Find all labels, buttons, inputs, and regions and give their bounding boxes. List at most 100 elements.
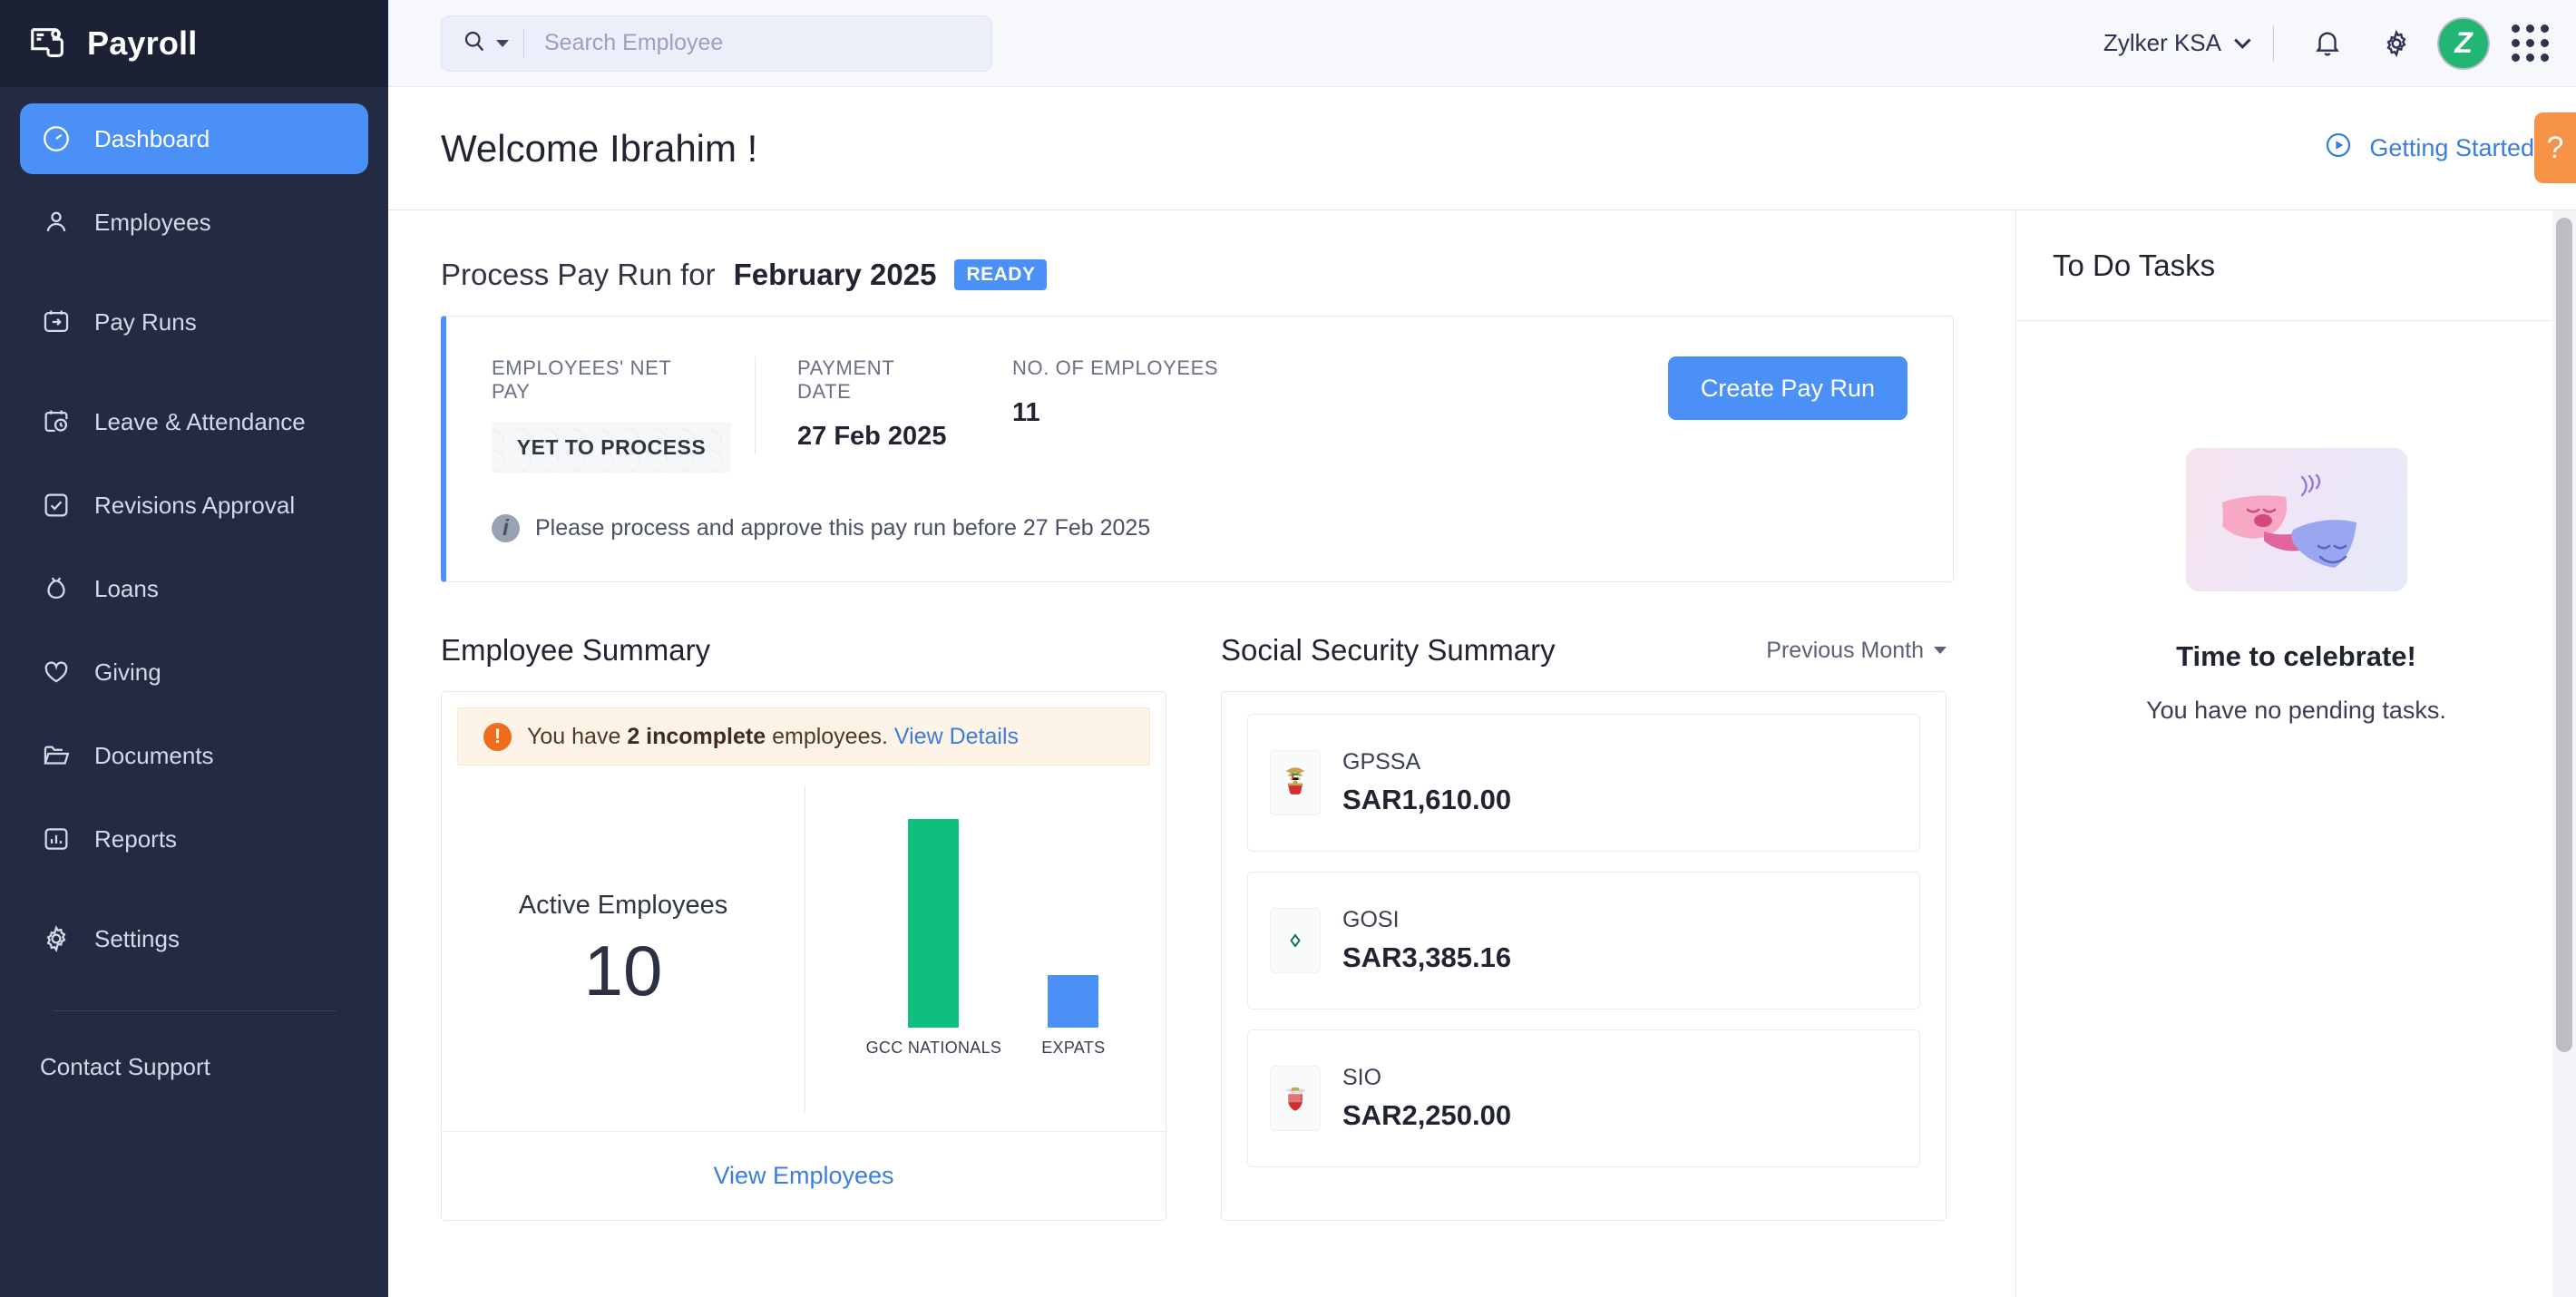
sidebar-item-reports[interactable]: Reports bbox=[20, 804, 368, 874]
social-security-name: GPSSA bbox=[1342, 749, 1421, 775]
active-employees-label: Active Employees bbox=[518, 891, 728, 920]
todo-column: To Do Tasks Time to celebrate! You have … bbox=[2015, 210, 2576, 1297]
social-security-name: SIO bbox=[1342, 1065, 1382, 1090]
sidebar-item-giving[interactable]: Giving bbox=[20, 637, 368, 707]
sidebar: Payroll Dashboard Employees Pay Runs Lea… bbox=[0, 0, 388, 1297]
bar-chart-icon bbox=[40, 823, 73, 855]
sidebar-item-settings[interactable]: Settings bbox=[20, 903, 368, 974]
gear-icon bbox=[40, 922, 73, 955]
social-security-card-text: GOSI SAR3,385.16 bbox=[1342, 907, 1511, 974]
gauge-icon bbox=[40, 122, 73, 155]
sidebar-item-leave-attendance[interactable]: Leave & Attendance bbox=[20, 386, 368, 457]
bell-icon[interactable] bbox=[2299, 15, 2356, 72]
payrun-stats-row: EMPLOYEES' NET PAY YET TO PROCESS PAYMEN… bbox=[492, 356, 1908, 473]
social-security-header: Social Security Summary Previous Month bbox=[1221, 633, 1947, 668]
search-bar[interactable] bbox=[441, 15, 992, 72]
brand-title: Payroll bbox=[87, 24, 198, 62]
org-switcher[interactable]: Zylker KSA bbox=[2103, 29, 2273, 57]
period-filter-dropdown[interactable]: Previous Month bbox=[1766, 638, 1947, 664]
employee-summary-box: ! You have 2 incomplete employees. View … bbox=[441, 691, 1166, 1221]
social-security-amount: SAR2,250.00 bbox=[1342, 1099, 1512, 1131]
social-security-title: Social Security Summary bbox=[1221, 633, 1556, 667]
chart-bar bbox=[1048, 974, 1099, 1028]
sidebar-item-label: Documents bbox=[94, 741, 214, 769]
scrollbar-thumb[interactable] bbox=[2556, 218, 2572, 1052]
content-area: Process Pay Run for February 2025 READY … bbox=[388, 210, 2576, 1297]
payrun-card: EMPLOYEES' NET PAY YET TO PROCESS PAYMEN… bbox=[441, 316, 1954, 582]
chart-bar-label: GCC NATIONALS bbox=[865, 1038, 1002, 1057]
employee-count-stat: NO. OF EMPLOYEES 11 bbox=[1012, 356, 1283, 428]
search-icon bbox=[462, 28, 487, 58]
grid-apps-icon[interactable] bbox=[2512, 24, 2549, 62]
sidebar-item-label: Employees bbox=[94, 208, 211, 236]
social-security-card-text: SIO SAR2,250.00 bbox=[1342, 1065, 1511, 1132]
app-root: Payroll Dashboard Employees Pay Runs Lea… bbox=[0, 0, 2576, 1297]
sidebar-item-label: Reports bbox=[94, 824, 178, 853]
folder-icon bbox=[40, 739, 73, 772]
social-security-name: GOSI bbox=[1342, 907, 1400, 932]
sidebar-item-dashboard[interactable]: Dashboard bbox=[20, 103, 368, 174]
contact-support-link[interactable]: Contact Support bbox=[0, 1011, 388, 1081]
sidebar-item-loans[interactable]: Loans bbox=[20, 553, 368, 624]
sidebar-item-label: Dashboard bbox=[94, 124, 210, 152]
sidebar-item-label: Giving bbox=[94, 658, 161, 686]
play-circle-icon bbox=[2324, 131, 2353, 166]
avatar[interactable]: Z bbox=[2437, 16, 2490, 70]
employee-summary-panel: Employee Summary ! You have 2 incomplete… bbox=[441, 633, 1166, 1221]
payrun-note-text: Please process and approve this pay run … bbox=[535, 515, 1151, 541]
welcome-bar: Welcome Ibrahim ! Getting Started ? bbox=[388, 87, 2576, 210]
view-employees-link[interactable]: View Employees bbox=[713, 1162, 893, 1190]
summary-panels: Employee Summary ! You have 2 incomplete… bbox=[441, 633, 2015, 1221]
status-badge: READY bbox=[954, 259, 1048, 290]
main-area: Zylker KSA Z bbox=[388, 0, 2576, 1297]
warning-count: 2 incomplete bbox=[627, 723, 766, 749]
help-button[interactable]: ? bbox=[2534, 112, 2576, 183]
social-security-card[interactable]: SIO SAR2,250.00 bbox=[1247, 1029, 1920, 1167]
social-security-card[interactable]: GOSI SAR3,385.16 bbox=[1247, 872, 1920, 1009]
todo-title: To Do Tasks bbox=[2053, 248, 2216, 282]
employee-count-value: 11 bbox=[1012, 398, 1040, 427]
getting-started-button[interactable]: Getting Started bbox=[2324, 131, 2534, 166]
net-pay-stat: EMPLOYEES' NET PAY YET TO PROCESS bbox=[492, 356, 755, 473]
view-details-link[interactable]: View Details bbox=[894, 724, 1019, 749]
payment-date-value: 27 Feb 2025 bbox=[797, 422, 947, 451]
social-security-card[interactable]: GPSSA SAR1,610.00 bbox=[1247, 714, 1920, 852]
sidebar-item-employees[interactable]: Employees bbox=[20, 187, 368, 258]
net-pay-label: EMPLOYEES' NET PAY bbox=[492, 356, 672, 403]
payrun-title-prefix: Process Pay Run for bbox=[441, 258, 716, 291]
social-security-box: GPSSA SAR1,610.00 GOSI SAR3,385.16 SIO S… bbox=[1221, 691, 1947, 1221]
create-pay-run-button[interactable]: Create Pay Run bbox=[1667, 356, 1908, 420]
gear-icon[interactable] bbox=[2368, 15, 2425, 72]
primary-column: Process Pay Run for February 2025 READY … bbox=[388, 210, 2015, 1297]
todo-empty-subtitle: You have no pending tasks. bbox=[2146, 697, 2446, 724]
info-icon: i bbox=[492, 514, 520, 542]
page-title: Welcome Ibrahim ! bbox=[441, 126, 758, 170]
bahrain-emblem-icon bbox=[1270, 1066, 1321, 1131]
brand[interactable]: Payroll bbox=[0, 0, 388, 87]
heart-icon bbox=[40, 656, 73, 688]
employee-summary-body: Active Employees 10 GCC NATIONALS EXPATS bbox=[442, 766, 1166, 1131]
search-scope-button[interactable] bbox=[442, 28, 523, 58]
sidebar-item-documents[interactable]: Documents bbox=[20, 720, 368, 791]
sidebar-item-label: Pay Runs bbox=[94, 307, 197, 336]
payment-date-stat: PAYMENT DATE 27 Feb 2025 bbox=[755, 356, 1012, 454]
sidebar-item-revisions-approval[interactable]: Revisions Approval bbox=[20, 470, 368, 541]
top-header: Zylker KSA Z bbox=[388, 0, 2576, 87]
chevron-down-icon bbox=[2234, 32, 2251, 49]
chart-bar-label: EXPATS bbox=[1041, 1038, 1106, 1057]
todo-header: To Do Tasks bbox=[2016, 210, 2576, 321]
social-security-card-text: GPSSA SAR1,610.00 bbox=[1342, 749, 1511, 816]
chevron-down-icon bbox=[496, 39, 509, 47]
sidebar-item-pay-runs[interactable]: Pay Runs bbox=[20, 287, 368, 357]
period-filter-label: Previous Month bbox=[1766, 637, 1924, 663]
sidebar-item-label: Loans bbox=[94, 574, 159, 602]
header-actions: Zylker KSA Z bbox=[2103, 15, 2576, 72]
search-input[interactable] bbox=[524, 30, 991, 56]
sidebar-nav: Dashboard Employees Pay Runs Leave & Att… bbox=[0, 87, 388, 1011]
payrun-note: i Please process and approve this pay ru… bbox=[492, 514, 1908, 542]
sidebar-item-label: Revisions Approval bbox=[94, 491, 296, 519]
money-bag-icon bbox=[40, 572, 73, 605]
social-security-panel: Social Security Summary Previous Month G… bbox=[1221, 633, 1947, 1221]
employee-summary-header: Employee Summary bbox=[441, 633, 1166, 668]
warning-suffix: employees. bbox=[772, 723, 888, 749]
